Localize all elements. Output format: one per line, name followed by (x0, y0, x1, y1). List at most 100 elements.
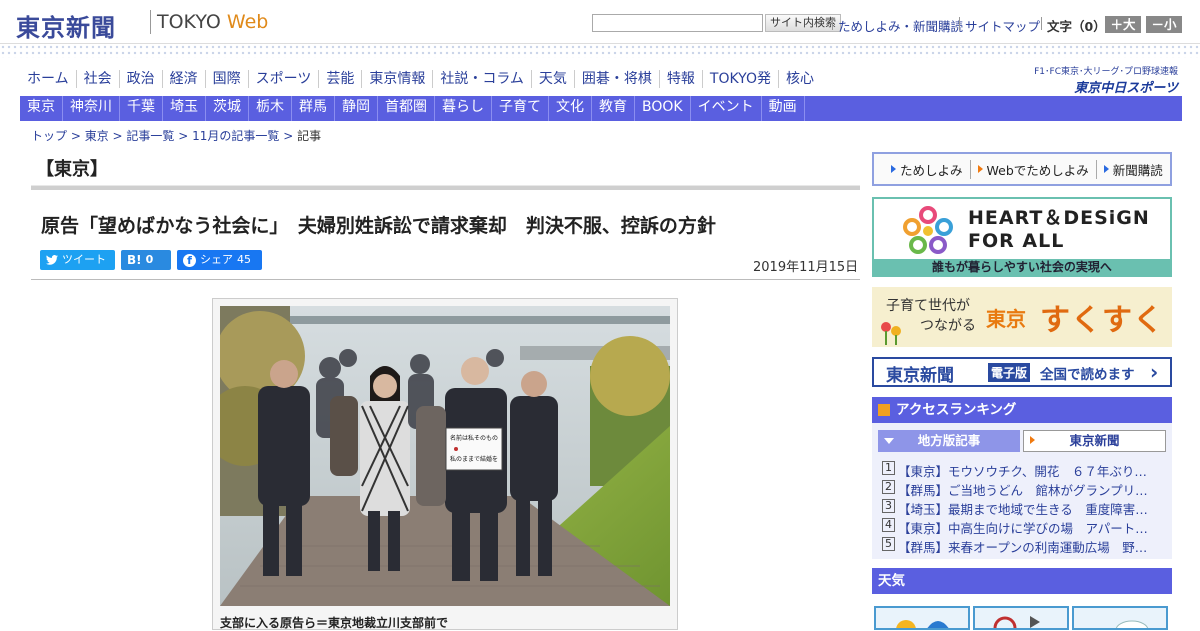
nav-item-kakushin[interactable]: 核心 (779, 70, 821, 88)
local-nav-chiba[interactable]: 千葉 (120, 96, 163, 121)
breadcrumb-tokyo[interactable]: 東京 (85, 129, 109, 143)
article-photo[interactable]: 名前は私そのもの 私のままで結婚を (220, 306, 670, 606)
nav-item-tokyo-hatsu[interactable]: TOKYO発 (703, 70, 779, 88)
logo-divider (150, 10, 151, 34)
local-nav-tochigi[interactable]: 栃木 (249, 96, 292, 121)
rank-number: 5 (882, 537, 895, 551)
site-header: 東京新聞 TOKYO Web サイト内検索 ためしよみ・新聞購読 サイトマップ … (0, 0, 1200, 44)
article-divider (31, 279, 860, 280)
trial-subscription-box: ためしよみ Webでためしよみ 新聞購読 (872, 152, 1172, 186)
breadcrumb-current: 記事 (297, 129, 322, 143)
tab-tokyo-shimbun[interactable]: 東京新聞 (1023, 430, 1166, 452)
heart-design-line1: HEART＆DESiGN (968, 207, 1150, 229)
facebook-share-button[interactable]: f シェア 45 (177, 250, 262, 270)
digital-badge: 電子版 (988, 363, 1031, 382)
chunichi-sports-link[interactable]: F1･FC東京･大リーグ･プロ野球速報 東京中日スポーツ (1026, 64, 1178, 96)
sports-link-line1: F1･FC東京･大リーグ･プロ野球速報 (1034, 67, 1178, 77)
digital-edition-banner[interactable]: 東京新聞 電子版 全国で読めます › (872, 357, 1172, 387)
local-nav: 東京 神奈川 千葉 埼玉 茨城 栃木 群馬 静岡 首都圏 暮らし 子育て 文化 … (20, 96, 1182, 121)
nav-item-society[interactable]: 社会 (77, 70, 120, 88)
local-nav-ibaraki[interactable]: 茨城 (206, 96, 249, 121)
header-dot-pattern (0, 44, 1200, 58)
nav-item-weather[interactable]: 天気 (532, 70, 575, 88)
heart-design-banner[interactable]: HEART＆DESiGN FOR ALL 誰もが暮らしやすい社会の実現へ (872, 197, 1172, 277)
nav-item-politics[interactable]: 政治 (120, 70, 163, 88)
nav-item-tokyo-info[interactable]: 東京情報 (362, 70, 434, 88)
local-nav-book[interactable]: BOOK (635, 96, 691, 121)
tab-local-label: 地方版記事 (917, 433, 981, 448)
local-nav-kosodate[interactable]: 子育て (492, 96, 549, 121)
hatena-icon: B! (127, 253, 142, 267)
ranking-item-text: 【群馬】ご当地うどん 館林がグランプリ… (898, 483, 1148, 498)
ranking-item[interactable]: 1 【東京】モウソウチク、開花 ６７年ぶり… (882, 461, 1162, 480)
subscribe-link[interactable]: 新聞購読 (1097, 160, 1170, 179)
nav-item-international[interactable]: 国際 (206, 70, 249, 88)
photo-sign-line1: 名前は私そのもの (450, 434, 498, 442)
local-nav-bunka[interactable]: 文化 (549, 96, 592, 121)
web-trial-read-link[interactable]: Webでためしよみ (971, 159, 1097, 179)
photo-caption: 支部に入る原告ら＝東京地裁立川支部前で (220, 616, 449, 630)
hatena-count: 0 (145, 253, 154, 266)
breadcrumb: トップ > 東京 > 記事一覧 > 11月の記事一覧 > 記事 (31, 129, 322, 143)
arrow-icon (977, 165, 983, 173)
heart-design-title: HEART＆DESiGN FOR ALL (968, 207, 1150, 253)
local-nav-gunma[interactable]: 群馬 (292, 96, 335, 121)
ranking-item[interactable]: 4 【東京】中高生向けに学びの場 アパート… (882, 518, 1162, 537)
header-divider (832, 17, 833, 30)
local-nav-saitama[interactable]: 埼玉 (163, 96, 206, 121)
breadcrumb-list[interactable]: 記事一覧 (126, 129, 174, 143)
nav-item-go-shogi[interactable]: 囲碁・将棋 (575, 70, 660, 88)
section-divider (31, 185, 860, 190)
font-size-label: 文字（0） (1047, 19, 1106, 34)
local-nav-video[interactable]: 動画 (762, 96, 805, 121)
font-larger-button[interactable]: ＋大 (1105, 16, 1141, 33)
tokyo-web-label[interactable]: TOKYO Web (157, 11, 268, 33)
web-trial-read-label: Webでためしよみ (986, 162, 1089, 178)
site-logo[interactable]: 東京新聞 (16, 8, 116, 43)
tokyo-sukusuku-banner[interactable]: 子育て世代が つながる 東京 すくすく (872, 287, 1172, 347)
trial-subscribe-link[interactable]: ためしよみ・新聞購読 (838, 16, 963, 35)
photo-sign-line2: 私のままで結婚を (450, 455, 498, 463)
font-smaller-button[interactable]: －小 (1146, 16, 1182, 33)
tokyo-label: TOKYO (157, 11, 221, 33)
breadcrumb-top[interactable]: トップ (31, 129, 67, 143)
tab-local-articles[interactable]: 地方版記事 (878, 430, 1020, 452)
sitemap-link[interactable]: サイトマップ (965, 16, 1040, 35)
weather-panel[interactable] (874, 606, 970, 630)
weather-panel[interactable] (973, 606, 1069, 630)
local-nav-shizuoka[interactable]: 静岡 (335, 96, 378, 121)
local-nav-shutoken[interactable]: 首都圏 (378, 96, 435, 121)
nav-item-entertainment[interactable]: 芸能 (319, 70, 363, 88)
local-nav-kanagawa[interactable]: 神奈川 (63, 96, 120, 121)
weather-panel[interactable] (1072, 606, 1168, 630)
nav-item-sports[interactable]: スポーツ (249, 70, 320, 88)
nav-item-economy[interactable]: 経済 (163, 70, 206, 88)
hatena-bookmark-button[interactable]: B! 0 (121, 250, 171, 270)
local-nav-kurashi[interactable]: 暮らし (435, 96, 492, 121)
sukusuku-logo: すくすく (1040, 303, 1164, 338)
ranking-item-text: 【埼玉】最期まで地域で生きる 重度障害… (898, 502, 1148, 517)
sukusuku-tagline-1: 子育て世代が (886, 298, 970, 314)
header-divider (959, 17, 960, 30)
arrow-icon (1103, 165, 1109, 173)
ranking-item[interactable]: 3 【埼玉】最期まで地域で生きる 重度障害… (882, 499, 1162, 518)
local-nav-event[interactable]: イベント (691, 96, 762, 121)
access-ranking-title: アクセスランキング (896, 402, 1017, 418)
search-input[interactable] (592, 14, 763, 32)
weather-map-icon (993, 616, 1040, 628)
nav-item-home[interactable]: ホーム (20, 70, 77, 88)
arrow-icon (1030, 436, 1035, 444)
ranking-item[interactable]: 5 【群馬】来春オープンの利南運動広場 野… (882, 537, 1162, 556)
chevron-right-icon: › (1150, 360, 1159, 384)
nav-item-editorial[interactable]: 社説・コラム (433, 70, 532, 88)
local-nav-kyoiku[interactable]: 教育 (592, 96, 635, 121)
nav-item-tokuho[interactable]: 特報 (660, 70, 703, 88)
ranking-item[interactable]: 2 【群馬】ご当地うどん 館林がグランプリ… (882, 480, 1162, 499)
local-nav-tokyo[interactable]: 東京 (20, 96, 63, 121)
breadcrumb-month[interactable]: 11月の記事一覧 (192, 129, 279, 143)
facebook-icon: f (183, 253, 196, 267)
site-search-button[interactable]: サイト内検索 (765, 14, 841, 32)
tweet-button[interactable]: ツイート (40, 250, 115, 270)
trial-read-link[interactable]: ためしよみ (884, 159, 971, 179)
tab-tokyo-label: 東京新聞 (1069, 433, 1120, 448)
